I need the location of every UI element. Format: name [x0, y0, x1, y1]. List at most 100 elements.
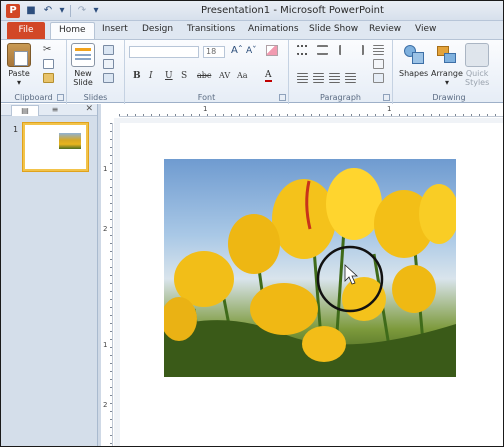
quick-styles-icon — [465, 43, 490, 67]
tab-design[interactable]: Design — [142, 24, 173, 34]
drawing-group: Shapes Arrange ▾ Quick Styles Drawing — [393, 40, 503, 104]
character-spacing-icon[interactable]: AV — [219, 71, 230, 80]
justify-icon[interactable] — [345, 73, 356, 83]
ribbon: Paste ▾ ✂ Clipboard New Slide Slides 18 … — [1, 39, 503, 104]
quick-styles-button[interactable]: Quick Styles — [465, 43, 489, 87]
pane-tab-bar: ▤ ≡ ✕ — [1, 104, 97, 116]
tulips-illustration — [164, 168, 456, 377]
paste-icon — [7, 43, 31, 67]
ruler-number: 1 — [387, 105, 392, 113]
bold-icon[interactable]: B — [133, 71, 141, 81]
ruler-number: 2 — [103, 225, 108, 233]
font-group: 18 Aˆ Aˇ B I U S abc AV Aa A Font — [125, 40, 289, 104]
customize-qat-icon[interactable]: ▾ — [93, 5, 99, 17]
section-icon[interactable] — [103, 73, 114, 83]
window-title: Presentation1 - Microsoft PowerPoint — [201, 5, 384, 16]
shapes-label: Shapes — [399, 69, 429, 78]
new-slide-button[interactable]: New Slide — [71, 43, 95, 87]
new-slide-label-1: New — [74, 69, 92, 78]
arrange-dropdown-icon[interactable]: ▾ — [445, 78, 449, 87]
quick-styles-label-1: Quick — [465, 69, 489, 78]
slides-group: New Slide Slides — [67, 40, 125, 104]
tulips-picture[interactable] — [164, 159, 456, 377]
shadow-icon[interactable]: S — [181, 71, 187, 81]
arrange-button[interactable]: Arrange ▾ — [431, 43, 463, 87]
grow-font-icon[interactable]: Aˆ — [231, 45, 243, 56]
ruler-number: 2 — [103, 401, 108, 409]
align-left-icon[interactable] — [297, 73, 308, 83]
paste-label: Paste — [8, 69, 30, 78]
italic-icon[interactable]: I — [149, 71, 153, 81]
layout-icon[interactable] — [103, 45, 114, 55]
paragraph-launcher-icon[interactable] — [383, 94, 390, 101]
copy-icon[interactable] — [43, 59, 54, 69]
ruler-number: 1 — [203, 105, 208, 113]
paste-button[interactable]: Paste ▾ — [7, 43, 31, 87]
align-right-icon[interactable] — [329, 73, 340, 83]
font-color-icon[interactable]: A — [265, 71, 272, 82]
redo-icon[interactable]: ↷ — [76, 5, 88, 17]
ribbon-tab-bar: File Home Insert Design Transitions Anim… — [1, 21, 503, 39]
thumbnail-image — [59, 133, 81, 149]
arrange-label: Arrange — [431, 69, 463, 78]
reset-icon[interactable] — [103, 59, 114, 69]
paragraph-group: Paragraph — [289, 40, 393, 104]
quick-access-toolbar: ■ ↶ ▾ ↷ ▾ — [25, 5, 99, 17]
tab-file[interactable]: File — [7, 22, 45, 39]
quick-styles-label-2: Styles — [465, 78, 490, 87]
drawing-group-label: Drawing — [432, 93, 466, 102]
tab-animations[interactable]: Animations — [248, 24, 299, 34]
outline-pane-tab[interactable]: ≡ — [41, 105, 69, 116]
align-center-icon[interactable] — [313, 73, 324, 83]
text-direction-icon[interactable] — [373, 59, 384, 69]
undo-icon[interactable]: ↶ — [42, 5, 54, 17]
close-pane-icon[interactable]: ✕ — [85, 104, 93, 114]
tab-slide-show[interactable]: Slide Show — [309, 24, 358, 34]
shapes-icon — [402, 43, 426, 67]
cut-icon[interactable]: ✂ — [43, 45, 54, 55]
strikethrough-icon[interactable]: abc — [197, 71, 211, 80]
tab-home[interactable]: Home — [50, 22, 95, 39]
arrange-icon — [435, 43, 459, 67]
new-slide-label-2: Slide — [73, 78, 93, 87]
tab-insert[interactable]: Insert — [102, 24, 128, 34]
clear-formatting-icon[interactable] — [266, 45, 278, 56]
tab-transitions[interactable]: Transitions — [187, 24, 235, 34]
numbering-icon[interactable] — [317, 45, 328, 55]
undo-dropdown-icon[interactable]: ▾ — [59, 5, 65, 17]
powerpoint-app-icon[interactable]: P — [6, 4, 20, 18]
powerpoint-window: P ■ ↶ ▾ ↷ ▾ Presentation1 - Microsoft Po… — [0, 0, 504, 447]
ruler-number: 1 — [103, 341, 108, 349]
line-spacing-icon[interactable] — [373, 45, 384, 55]
tab-view[interactable]: View — [415, 24, 436, 34]
save-icon[interactable]: ■ — [25, 5, 37, 17]
vertical-ruler: 1 2 1 2 — [101, 123, 113, 446]
qat-separator — [70, 5, 71, 17]
horizontal-ruler: 1 1 — [119, 105, 503, 117]
increase-indent-icon[interactable] — [353, 45, 364, 55]
shapes-button[interactable]: Shapes — [399, 43, 428, 78]
decrease-indent-icon[interactable] — [339, 45, 350, 55]
font-name-combo[interactable] — [129, 46, 199, 58]
tab-review[interactable]: Review — [369, 24, 401, 34]
underline-icon[interactable]: U — [165, 71, 173, 81]
font-size-combo[interactable]: 18 — [203, 46, 225, 58]
clipboard-group: Paste ▾ ✂ Clipboard — [1, 40, 67, 104]
slide-number: 1 — [13, 125, 19, 134]
clipboard-launcher-icon[interactable] — [57, 94, 64, 101]
paragraph-group-label: Paragraph — [320, 93, 361, 102]
paste-dropdown-icon[interactable]: ▾ — [17, 78, 21, 87]
font-launcher-icon[interactable] — [279, 94, 286, 101]
title-bar: P ■ ↶ ▾ ↷ ▾ Presentation1 - Microsoft Po… — [1, 1, 503, 21]
change-case-icon[interactable]: Aa — [237, 71, 248, 80]
new-slide-icon — [71, 43, 95, 67]
bullets-icon[interactable] — [297, 45, 308, 55]
slides-pane-tab[interactable]: ▤ — [11, 105, 39, 116]
format-painter-icon[interactable] — [43, 73, 54, 83]
ruler-number: 1 — [103, 165, 108, 173]
slides-group-label: Slides — [83, 93, 108, 102]
font-group-label: Font — [197, 93, 216, 102]
slide-thumbnail[interactable] — [23, 123, 88, 171]
shrink-font-icon[interactable]: Aˇ — [246, 46, 257, 56]
smartart-icon[interactable] — [373, 73, 384, 83]
